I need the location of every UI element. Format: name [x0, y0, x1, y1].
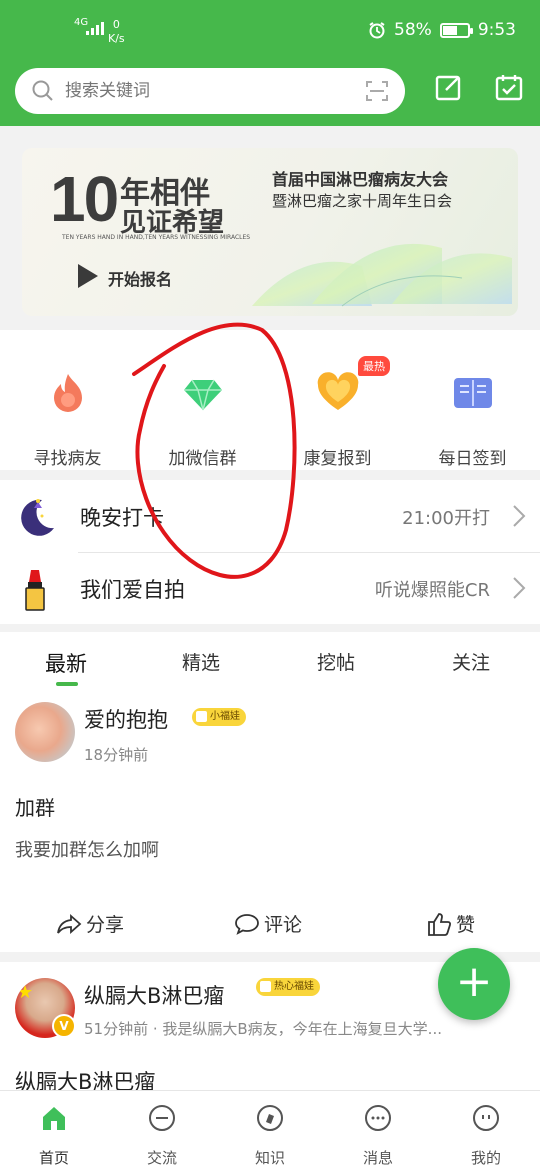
checkin-list: 晚安打卡 21:00开打 我们爱自拍 听说爆照能CR	[0, 480, 540, 624]
compose-icon[interactable]	[434, 72, 464, 102]
banner-title: 首届中国淋巴瘤病友大会	[272, 170, 449, 189]
banner-signup[interactable]: 开始报名	[108, 266, 172, 290]
network-speed: 0 K/s	[108, 18, 125, 45]
book-icon	[453, 378, 492, 408]
quick-daily-signin[interactable]: 每日签到	[405, 370, 540, 469]
flame-icon	[53, 374, 82, 412]
tab-dig[interactable]: 挖帖	[317, 648, 355, 675]
quick-join-wechat-group[interactable]: 加微信群	[135, 370, 270, 469]
quick-find-patients[interactable]: 寻找病友	[0, 370, 135, 469]
post-username[interactable]: 纵膈大B淋巴瘤	[84, 980, 224, 1010]
nav-knowledge[interactable]: 知识	[216, 1103, 324, 1168]
checkin-goodnight[interactable]: 晚安打卡 21:00开打	[0, 480, 540, 553]
moon-icon	[21, 499, 54, 536]
home-icon	[43, 1107, 65, 1130]
calendar-check-icon[interactable]	[494, 72, 524, 102]
post-card[interactable]: 爱的抱抱 小福娃 18分钟前 加群 我要加群怎么加啊 分享 评论 赞	[0, 692, 540, 952]
play-icon	[78, 264, 98, 288]
tab-latest[interactable]: 最新	[45, 648, 87, 678]
tab-featured[interactable]: 精选	[182, 648, 220, 675]
alarm-icon	[369, 22, 385, 39]
checkin-selfie[interactable]: 我们爱自拍 听说爆照能CR	[0, 552, 540, 624]
like-button[interactable]: 赞	[426, 910, 475, 937]
signal-icon	[86, 22, 104, 35]
compass-icon	[257, 1105, 283, 1131]
quick-actions: 寻找病友 加微信群 康复报到 每日签到 最热	[0, 330, 540, 470]
chevron-right-icon	[513, 577, 526, 599]
post-username[interactable]: 爱的抱抱	[84, 704, 168, 734]
battery-icon	[439, 22, 473, 38]
banner-number: 10	[50, 163, 119, 235]
heart-icon	[317, 372, 358, 410]
search-icon	[32, 80, 53, 101]
bottom-nav: 首页 交流 知识 消息 我的	[0, 1090, 540, 1170]
verified-badge-icon: V	[52, 1014, 76, 1038]
feed-tabs: 最新 精选 挖帖 关注	[0, 632, 540, 692]
nav-messages[interactable]: 消息	[324, 1103, 432, 1168]
clock: 9:53	[477, 20, 516, 40]
diamond-icon	[183, 379, 222, 411]
comment-button[interactable]: 评论	[234, 910, 302, 937]
post-meta: 51分钟前 · 我是纵膈大B病友，今年在上海复旦大学...	[84, 1020, 442, 1038]
profile-icon	[473, 1105, 499, 1131]
lipstick-icon	[25, 570, 45, 611]
nav-profile[interactable]: 我的	[432, 1103, 540, 1168]
post-actions: 分享 评论 赞	[0, 906, 540, 946]
hot-badge: 最热	[358, 356, 390, 376]
comment-icon	[235, 913, 259, 935]
tab-following[interactable]: 关注	[452, 648, 490, 675]
thumbs-up-icon	[428, 912, 452, 936]
post-time: 18分钟前	[84, 746, 149, 764]
search-input[interactable]	[65, 81, 345, 101]
battery-percent: 58%	[394, 20, 432, 40]
star-icon: ★	[17, 982, 34, 1003]
active-tab-indicator	[56, 682, 78, 686]
share-icon	[57, 913, 82, 934]
message-icon	[365, 1105, 391, 1131]
avatar[interactable]	[15, 702, 75, 762]
status-bar: 4G 0 K/s 58% 9:53	[0, 0, 540, 62]
book-pages-illustration	[252, 243, 512, 307]
scan-icon[interactable]	[365, 79, 389, 103]
user-badge: 热心福娃	[256, 978, 320, 996]
post-body[interactable]: 我要加群怎么加啊	[15, 836, 159, 862]
add-post-button[interactable]: +	[438, 948, 510, 1020]
search-bar[interactable]	[15, 68, 405, 114]
nav-home[interactable]: 首页	[0, 1103, 108, 1168]
post-title[interactable]: 加群	[15, 792, 55, 821]
nav-exchange[interactable]: 交流	[108, 1103, 216, 1168]
top-header	[0, 62, 540, 126]
user-badge: 小福娃	[192, 708, 246, 726]
event-banner[interactable]: 10 年相伴 见证希望 TEN YEARS HAND IN HAND,TEN Y…	[22, 148, 518, 316]
share-button[interactable]: 分享	[56, 910, 124, 937]
quick-recovery-report[interactable]: 康复报到	[270, 370, 405, 469]
exchange-icon	[149, 1105, 175, 1131]
chevron-right-icon	[513, 505, 526, 527]
